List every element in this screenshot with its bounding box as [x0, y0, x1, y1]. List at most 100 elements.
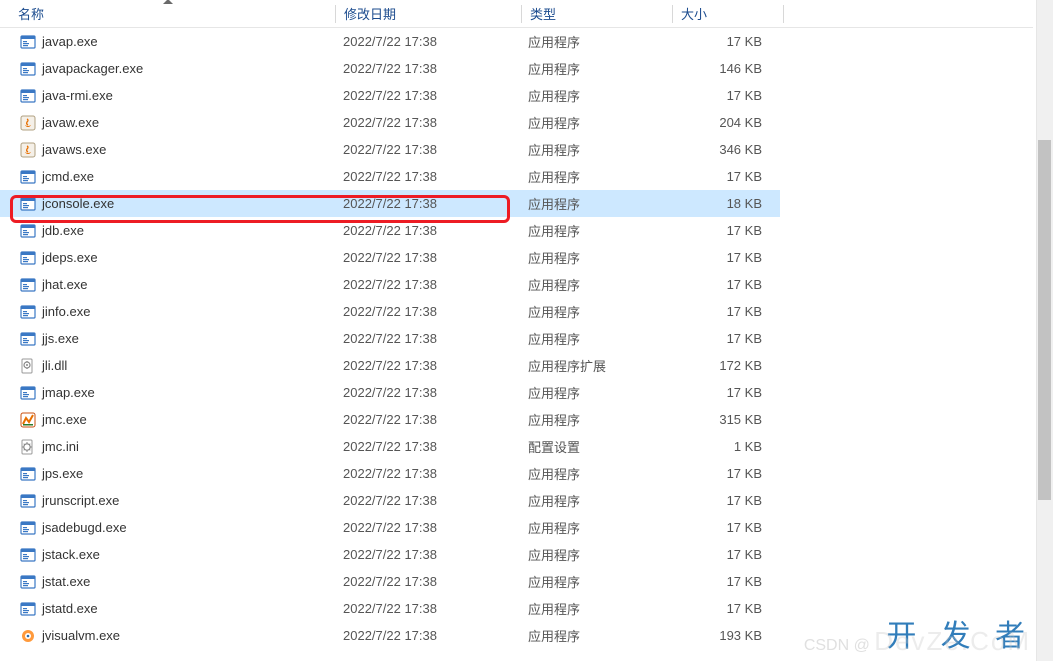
file-name-label: jstat.exe [42, 574, 90, 589]
exe-icon [20, 601, 36, 617]
file-row[interactable]: jconsole.exe2022/7/22 17:38应用程序18 KB [0, 190, 1033, 217]
file-row[interactable]: jmap.exe2022/7/22 17:38应用程序17 KB [0, 379, 1033, 406]
file-date-cell: 2022/7/22 17:38 [335, 514, 520, 541]
file-name-cell: jjs.exe [0, 325, 335, 352]
file-row[interactable]: jinfo.exe2022/7/22 17:38应用程序17 KB [0, 298, 1033, 325]
file-name-label: jli.dll [42, 358, 67, 373]
file-date-cell: 2022/7/22 17:38 [335, 271, 520, 298]
file-type-cell: 应用程序 [520, 568, 670, 595]
columns-header: 名称 修改日期 类型 大小 [0, 0, 1033, 28]
file-row[interactable]: jmc.ini2022/7/22 17:38配置设置1 KB [0, 433, 1033, 460]
file-size-cell: 17 KB [670, 460, 780, 487]
column-name-label: 名称 [18, 4, 44, 23]
file-name-cell: jinfo.exe [0, 298, 335, 325]
file-row[interactable]: jstatd.exe2022/7/22 17:38应用程序17 KB [0, 595, 1033, 622]
file-type-cell: 应用程序 [520, 325, 670, 352]
file-name-cell: jmc.exe [0, 406, 335, 433]
file-name-cell: jdb.exe [0, 217, 335, 244]
file-row[interactable]: jdb.exe2022/7/22 17:38应用程序17 KB [0, 217, 1033, 244]
file-size-cell: 17 KB [670, 541, 780, 568]
file-name-label: jmc.ini [42, 439, 79, 454]
exe-icon [20, 520, 36, 536]
exe-icon [20, 385, 36, 401]
file-name-label: jmc.exe [42, 412, 87, 427]
file-size-cell: 17 KB [670, 244, 780, 271]
vertical-scrollbar-track[interactable] [1036, 0, 1053, 661]
file-name-cell: jstatd.exe [0, 595, 335, 622]
column-separator[interactable] [783, 5, 784, 23]
file-type-cell: 应用程序 [520, 271, 670, 298]
column-header-date[interactable]: 修改日期 [336, 0, 521, 27]
file-name-cell: jps.exe [0, 460, 335, 487]
file-list: javap.exe2022/7/22 17:38应用程序17 KBjavapac… [0, 28, 1033, 649]
exe-icon [20, 466, 36, 482]
file-name-label: javaw.exe [42, 115, 99, 130]
column-header-type[interactable]: 类型 [522, 0, 672, 27]
file-row[interactable]: jcmd.exe2022/7/22 17:38应用程序17 KB [0, 163, 1033, 190]
file-size-cell: 17 KB [670, 217, 780, 244]
file-row[interactable]: jjs.exe2022/7/22 17:38应用程序17 KB [0, 325, 1033, 352]
file-date-cell: 2022/7/22 17:38 [335, 595, 520, 622]
file-size-cell: 17 KB [670, 325, 780, 352]
file-name-label: java-rmi.exe [42, 88, 113, 103]
file-date-cell: 2022/7/22 17:38 [335, 244, 520, 271]
file-size-cell: 346 KB [670, 136, 780, 163]
file-type-cell: 应用程序 [520, 622, 670, 649]
file-size-cell: 17 KB [670, 28, 780, 55]
file-size-cell: 204 KB [670, 109, 780, 136]
file-name-label: jcmd.exe [42, 169, 94, 184]
column-size-label: 大小 [681, 4, 707, 23]
file-size-cell: 172 KB [670, 352, 780, 379]
dll-icon [20, 358, 36, 374]
file-row[interactable]: jstat.exe2022/7/22 17:38应用程序17 KB [0, 568, 1033, 595]
file-row[interactable]: javapackager.exe2022/7/22 17:38应用程序146 K… [0, 55, 1033, 82]
file-name-label: jvisualvm.exe [42, 628, 120, 643]
exe-icon [20, 223, 36, 239]
file-name-cell: jstat.exe [0, 568, 335, 595]
file-row[interactable]: jstack.exe2022/7/22 17:38应用程序17 KB [0, 541, 1033, 568]
file-type-cell: 应用程序 [520, 379, 670, 406]
exe-icon [20, 277, 36, 293]
column-header-name[interactable]: 名称 [0, 0, 335, 27]
file-row[interactable]: jvisualvm.exe2022/7/22 17:38应用程序193 KB [0, 622, 1033, 649]
file-size-cell: 18 KB [670, 190, 780, 217]
file-type-cell: 应用程序 [520, 82, 670, 109]
exe-icon [20, 61, 36, 77]
column-header-size[interactable]: 大小 [673, 0, 783, 27]
file-type-cell: 应用程序 [520, 514, 670, 541]
file-name-label: jsadebugd.exe [42, 520, 127, 535]
file-type-cell: 应用程序扩展 [520, 352, 670, 379]
file-row[interactable]: javap.exe2022/7/22 17:38应用程序17 KB [0, 28, 1033, 55]
file-type-cell: 应用程序 [520, 163, 670, 190]
exe-icon [20, 169, 36, 185]
file-row[interactable]: javaws.exe2022/7/22 17:38应用程序346 KB [0, 136, 1033, 163]
file-row[interactable]: jli.dll2022/7/22 17:38应用程序扩展172 KB [0, 352, 1033, 379]
column-date-label: 修改日期 [344, 4, 396, 23]
file-type-cell: 应用程序 [520, 541, 670, 568]
exe-icon [20, 493, 36, 509]
file-name-cell: jmc.ini [0, 433, 335, 460]
file-row[interactable]: jps.exe2022/7/22 17:38应用程序17 KB [0, 460, 1033, 487]
file-row[interactable]: jdeps.exe2022/7/22 17:38应用程序17 KB [0, 244, 1033, 271]
vertical-scrollbar-thumb[interactable] [1038, 140, 1051, 500]
file-date-cell: 2022/7/22 17:38 [335, 163, 520, 190]
file-row[interactable]: java-rmi.exe2022/7/22 17:38应用程序17 KB [0, 82, 1033, 109]
file-name-cell: javaw.exe [0, 109, 335, 136]
file-name-label: jstack.exe [42, 547, 100, 562]
file-name-label: jmap.exe [42, 385, 95, 400]
file-date-cell: 2022/7/22 17:38 [335, 568, 520, 595]
file-name-cell: javaws.exe [0, 136, 335, 163]
file-row[interactable]: javaw.exe2022/7/22 17:38应用程序204 KB [0, 109, 1033, 136]
file-name-label: javaws.exe [42, 142, 106, 157]
file-row[interactable]: jsadebugd.exe2022/7/22 17:38应用程序17 KB [0, 514, 1033, 541]
file-row[interactable]: jrunscript.exe2022/7/22 17:38应用程序17 KB [0, 487, 1033, 514]
file-size-cell: 17 KB [670, 298, 780, 325]
file-row[interactable]: jhat.exe2022/7/22 17:38应用程序17 KB [0, 271, 1033, 298]
file-date-cell: 2022/7/22 17:38 [335, 379, 520, 406]
file-row[interactable]: jmc.exe2022/7/22 17:38应用程序315 KB [0, 406, 1033, 433]
ini-icon [20, 439, 36, 455]
file-name-label: jinfo.exe [42, 304, 90, 319]
exe-icon [20, 331, 36, 347]
file-date-cell: 2022/7/22 17:38 [335, 190, 520, 217]
file-name-cell: jmap.exe [0, 379, 335, 406]
